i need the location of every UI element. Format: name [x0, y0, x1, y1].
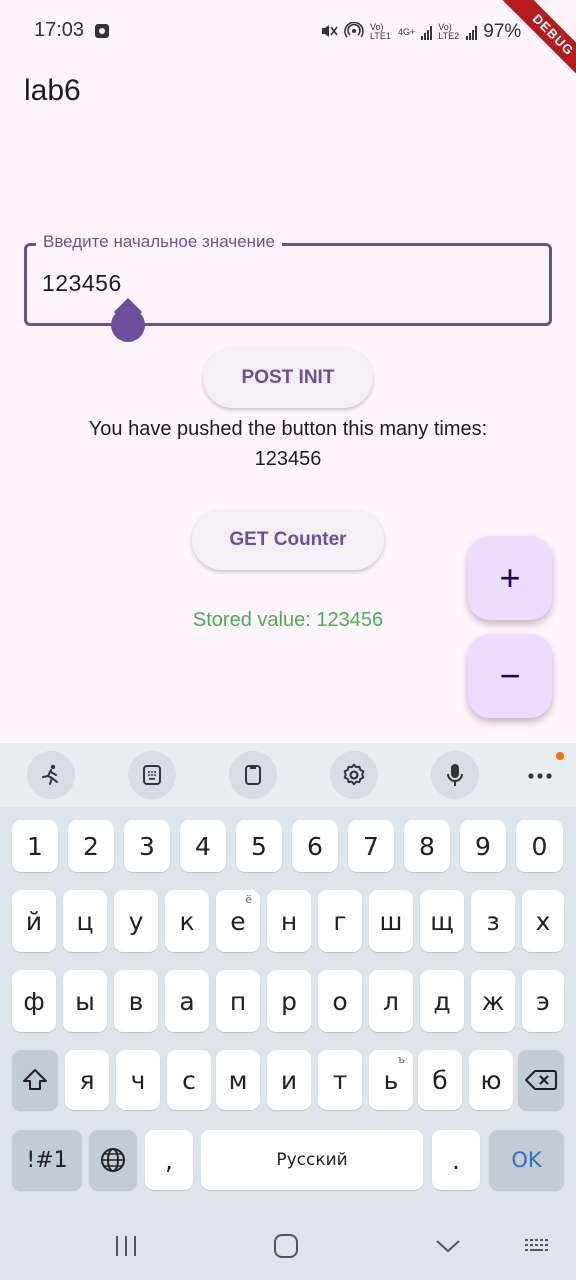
key[interactable]: 2: [68, 820, 114, 872]
comma-key[interactable]: ,: [145, 1130, 193, 1190]
recents-icon: [116, 1236, 136, 1256]
counter-caption: You have pushed the button this many tim…: [88, 418, 488, 440]
shift-icon: [23, 1069, 47, 1090]
key[interactable]: 3: [124, 820, 170, 872]
signal-2-icon: [466, 24, 478, 40]
keyboard-toolbar: [0, 743, 576, 807]
home-icon: [274, 1234, 298, 1258]
key[interactable]: 1: [12, 820, 58, 872]
key[interactable]: р: [267, 970, 311, 1032]
mute-icon: [320, 22, 338, 42]
key[interactable]: в: [114, 970, 158, 1032]
key[interactable]: с: [167, 1050, 211, 1110]
key-hint: ъ: [397, 1053, 405, 1066]
sticker-icon[interactable]: [27, 751, 75, 799]
key[interactable]: ж: [471, 970, 515, 1032]
chevron-down-icon: [436, 1240, 460, 1253]
key[interactable]: м: [216, 1050, 260, 1110]
key[interactable]: ш: [369, 890, 413, 952]
key[interactable]: л: [369, 970, 413, 1032]
key[interactable]: 7: [348, 820, 394, 872]
page-title: lab6: [24, 74, 81, 107]
key[interactable]: 8: [404, 820, 450, 872]
key[interactable]: у: [114, 890, 158, 952]
key[interactable]: ы: [63, 970, 107, 1032]
keyboard-switch-button[interactable]: [516, 1228, 560, 1264]
more-icon[interactable]: [520, 760, 560, 790]
key[interactable]: и: [267, 1050, 311, 1110]
keyboard-icon: [525, 1239, 548, 1251]
symbols-key[interactable]: !#1: [12, 1130, 82, 1190]
notification-dot: [556, 752, 564, 760]
period-key[interactable]: .: [432, 1130, 480, 1190]
text-cursor-handle[interactable]: [111, 308, 145, 342]
key[interactable]: о: [318, 970, 362, 1032]
minus-icon: −: [499, 655, 521, 696]
back-button[interactable]: [426, 1228, 470, 1264]
key[interactable]: г: [318, 890, 362, 952]
status-icons: Vo) LTE1 4G+ Vo) LTE2 97%: [320, 20, 530, 44]
4g-label: 4G+: [398, 27, 416, 37]
post-init-button[interactable]: POST INIT: [203, 348, 373, 408]
signal-1-icon: [421, 24, 433, 40]
key[interactable]: з: [471, 890, 515, 952]
plus-icon: +: [499, 557, 521, 598]
key-label: ь: [383, 1065, 399, 1095]
backspace-icon: [525, 1070, 557, 1090]
key[interactable]: т: [318, 1050, 362, 1110]
hotspot-icon: [344, 21, 364, 42]
get-counter-button[interactable]: GET Counter: [192, 510, 384, 570]
key-hint: ё: [245, 893, 252, 906]
shift-key[interactable]: [12, 1050, 58, 1110]
stored-value-label: Stored value:: [192, 609, 317, 631]
key[interactable]: ч: [116, 1050, 160, 1110]
key-soft-sign[interactable]: ь ъ: [369, 1050, 413, 1110]
key[interactable]: ю: [469, 1050, 513, 1110]
initial-value-label: Введите начальное значение: [36, 232, 282, 252]
decrement-button[interactable]: −: [468, 634, 552, 718]
key[interactable]: а: [165, 970, 209, 1032]
key[interactable]: х: [522, 890, 564, 952]
globe-icon: [101, 1148, 125, 1172]
recents-button[interactable]: [104, 1228, 148, 1264]
key[interactable]: к: [165, 890, 209, 952]
status-time: 17:03: [34, 19, 85, 41]
lte1-label: Vo) LTE1: [370, 22, 391, 41]
clipboard-icon[interactable]: [229, 751, 277, 799]
language-key[interactable]: [89, 1130, 137, 1190]
key[interactable]: щ: [420, 890, 464, 952]
stored-value-number: 123456: [316, 609, 384, 631]
key-label: е: [230, 906, 246, 936]
key[interactable]: д: [420, 970, 464, 1032]
ok-key[interactable]: OK: [489, 1130, 564, 1190]
lte2-label: Vo) LTE2: [438, 22, 460, 41]
battery-level: 97%: [483, 21, 522, 42]
key-e[interactable]: е ё: [216, 890, 260, 952]
key[interactable]: ф: [12, 970, 56, 1032]
key[interactable]: 5: [236, 820, 282, 872]
key[interactable]: п: [216, 970, 260, 1032]
key[interactable]: й: [12, 890, 56, 952]
key[interactable]: 4: [180, 820, 226, 872]
notification-icon: [95, 24, 109, 38]
backspace-key[interactable]: [518, 1050, 564, 1110]
key[interactable]: б: [418, 1050, 462, 1110]
key[interactable]: 6: [292, 820, 338, 872]
key[interactable]: я: [65, 1050, 109, 1110]
key[interactable]: н: [267, 890, 311, 952]
initial-value-text[interactable]: 123456: [42, 270, 122, 297]
key[interactable]: 0: [516, 820, 563, 872]
key[interactable]: 9: [460, 820, 506, 872]
keyboard-mode-icon[interactable]: [128, 751, 176, 799]
space-key[interactable]: Русский: [201, 1130, 423, 1190]
increment-button[interactable]: +: [468, 536, 552, 620]
key[interactable]: э: [522, 970, 564, 1032]
microphone-icon[interactable]: [431, 751, 479, 799]
settings-icon[interactable]: [330, 751, 378, 799]
key[interactable]: ц: [63, 890, 107, 952]
home-button[interactable]: [264, 1228, 308, 1264]
counter-value: 123456: [254, 448, 322, 470]
